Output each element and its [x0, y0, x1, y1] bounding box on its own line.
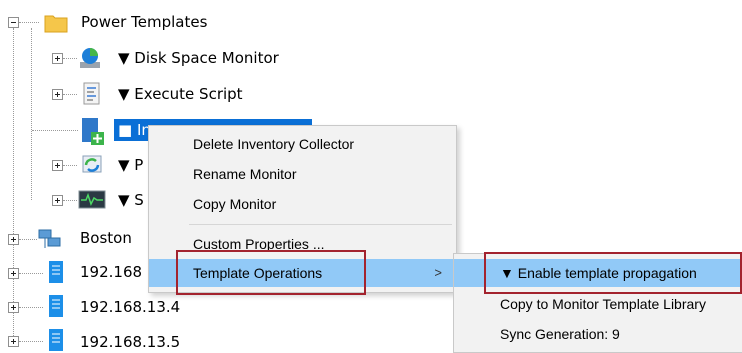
- server-icon: [49, 295, 63, 317]
- script-icon: [83, 82, 100, 105]
- expand-toggle[interactable]: [52, 53, 63, 64]
- tree-item-boston[interactable]: Boston: [80, 228, 132, 248]
- tree-guide-line: [31, 28, 32, 200]
- network-group-icon: [38, 229, 61, 248]
- tree-item-execute-script[interactable]: ▼ Execute Script: [118, 84, 243, 104]
- tree-item-p[interactable]: ▼ P: [118, 155, 143, 175]
- menu-item-delete[interactable]: Delete Inventory Collector: [149, 130, 456, 158]
- tree-item-192-168-13-5[interactable]: 192.168.13.5: [80, 332, 180, 352]
- submenu-item-copy-to-library[interactable]: Copy to Monitor Template Library: [454, 290, 742, 318]
- submenu-arrow-icon: >: [434, 265, 442, 280]
- submenu-item-sync-generation[interactable]: Sync Generation: 9: [454, 320, 742, 348]
- menu-separator: [189, 224, 452, 225]
- inventory-collector-icon: [82, 118, 104, 145]
- tree-item-disk-space-monitor[interactable]: ▼ Disk Space Monitor: [118, 48, 279, 68]
- disk-space-monitor-icon: [80, 48, 100, 68]
- folder-icon: [44, 15, 68, 33]
- expand-toggle[interactable]: [52, 160, 63, 171]
- expand-toggle[interactable]: [8, 336, 19, 347]
- annotation-highlight-box: [484, 252, 742, 294]
- menu-item-copy[interactable]: Copy Monitor: [149, 190, 456, 218]
- collapse-toggle[interactable]: [8, 17, 19, 28]
- server-icon: [49, 261, 63, 283]
- tree-item-192-168[interactable]: 192.168: [80, 262, 142, 282]
- tree-item-s[interactable]: ▼ S: [118, 190, 144, 210]
- tree-item-192-168-13-4[interactable]: 192.168.13.4: [80, 297, 180, 317]
- expand-toggle[interactable]: [8, 302, 19, 313]
- expand-toggle[interactable]: [8, 234, 19, 245]
- annotation-highlight-box: [176, 250, 366, 295]
- process-monitor-icon: [82, 155, 102, 173]
- expand-toggle[interactable]: [8, 268, 19, 279]
- tree-item-power-templates[interactable]: Power Templates: [81, 12, 207, 32]
- tree-guide-line: [13, 28, 14, 346]
- expand-toggle[interactable]: [52, 195, 63, 206]
- menu-item-rename[interactable]: Rename Monitor: [149, 160, 456, 188]
- expand-toggle[interactable]: [52, 89, 63, 100]
- performance-monitor-icon: [78, 190, 106, 209]
- server-icon: [49, 329, 63, 351]
